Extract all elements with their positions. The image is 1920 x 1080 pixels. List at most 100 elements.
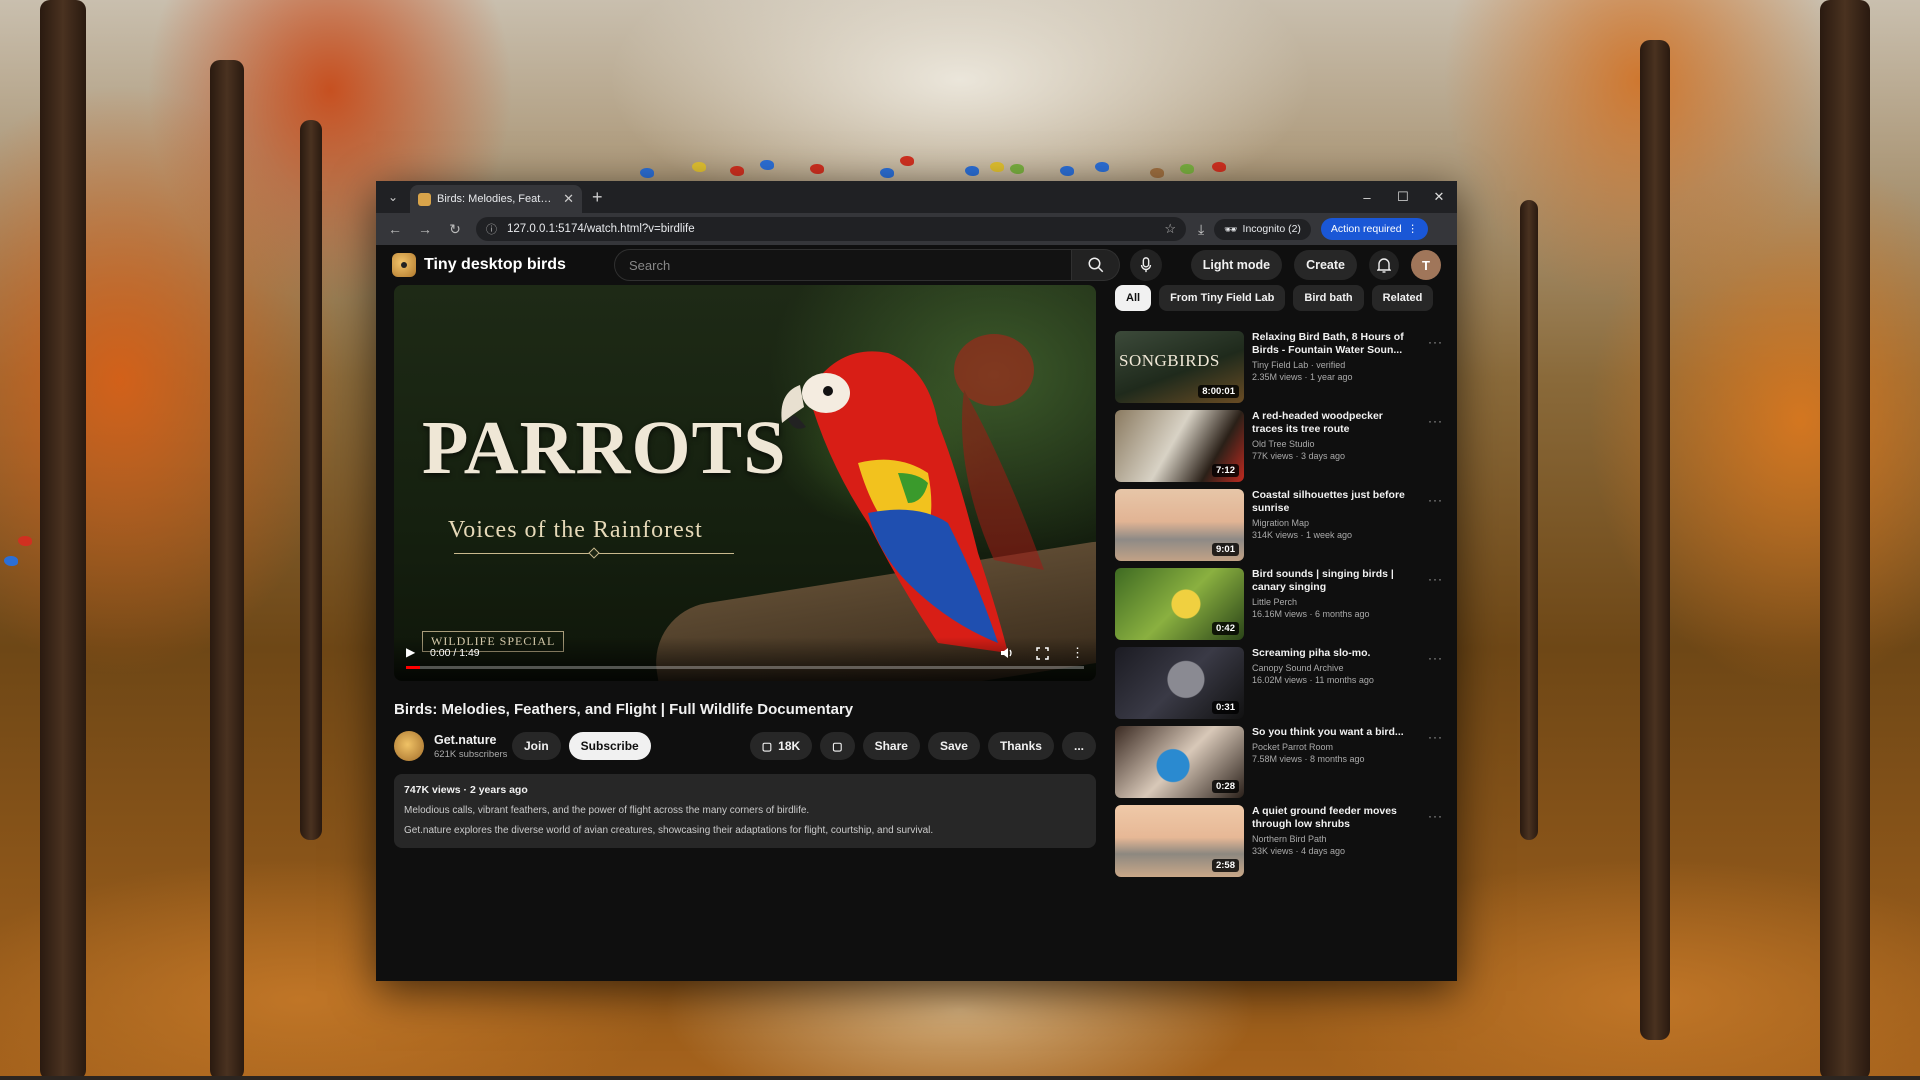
recommendation-title[interactable]: Bird sounds | singing birds | canary sin… — [1252, 568, 1416, 594]
browser-tab-active[interactable]: Birds: Melodies, Feathers, and Flight | … — [410, 185, 582, 213]
save-button[interactable]: Save — [927, 732, 980, 760]
masthead: Tiny desktop birds Light mode Create T — [376, 245, 1457, 285]
tree-trunk — [1820, 0, 1870, 1080]
video-thumbnail[interactable]: SONGBIRDS 8:00:01 — [1115, 331, 1244, 403]
progress-bar[interactable] — [406, 666, 1084, 669]
poster-title: PARROTS — [422, 406, 787, 490]
video-thumbnail[interactable]: 9:01 — [1115, 489, 1244, 561]
more-options-icon[interactable]: ··· — [1428, 651, 1443, 665]
more-options-icon[interactable]: ··· — [1428, 730, 1443, 744]
share-button[interactable]: Share — [862, 732, 920, 760]
video-thumbnail[interactable]: 0:42 — [1115, 568, 1244, 640]
more-options-icon[interactable]: ··· — [1428, 809, 1443, 823]
dislike-button[interactable]: ▢ — [820, 732, 855, 760]
site-logo[interactable]: Tiny desktop birds — [392, 253, 614, 277]
bird-icon — [810, 164, 824, 174]
views-and-date: 747K views · 2 years ago — [404, 784, 528, 796]
create-button[interactable]: Create — [1294, 250, 1357, 280]
recommendation-title[interactable]: Coastal silhouettes just before sunrise — [1252, 489, 1416, 515]
recommendation-item[interactable]: 0:28 So you think you want a bird... Poc… — [1115, 726, 1445, 798]
bookmark-star-icon[interactable]: ☆ — [1164, 221, 1176, 237]
subscribe-button[interactable]: Subscribe — [568, 732, 651, 760]
recommendation-title[interactable]: So you think you want a bird... — [1252, 726, 1416, 739]
back-button[interactable]: ← — [382, 216, 408, 242]
play-button[interactable]: ▶ — [406, 645, 415, 659]
browser-toolbar: ← → ↻ ⓘ 127.0.0.1:5174/watch.html?v=bird… — [376, 213, 1457, 245]
recommendation-item[interactable]: 9:01 Coastal silhouettes just before sun… — [1115, 489, 1445, 561]
join-button[interactable]: Join — [512, 732, 561, 760]
recommendation-channel: Tiny Field Lab · verified — [1252, 360, 1346, 370]
search-button[interactable] — [1072, 249, 1120, 281]
video-player[interactable]: PARROTS Voices of the Rainforest WILDLIF… — [394, 285, 1096, 681]
address-bar[interactable]: ⓘ 127.0.0.1:5174/watch.html?v=birdlife ☆ — [476, 217, 1186, 241]
recommendation-item[interactable]: 2:58 A quiet ground feeder moves through… — [1115, 805, 1445, 877]
channel-avatar[interactable] — [394, 731, 424, 761]
like-button[interactable]: ▢ 18K — [749, 732, 813, 760]
action-required-label: Action required — [1330, 223, 1402, 235]
recommendation-title[interactable]: Screaming piha slo-mo. — [1252, 647, 1416, 660]
bird-icon — [4, 556, 18, 566]
video-thumbnail[interactable]: 2:58 — [1115, 805, 1244, 877]
player-settings-icon[interactable]: ⋮ — [1071, 645, 1084, 661]
close-icon[interactable]: ✕ — [563, 191, 574, 207]
notifications-button[interactable] — [1369, 250, 1399, 280]
recommendation-title[interactable]: A red-headed woodpecker traces its tree … — [1252, 410, 1416, 436]
chip-bird-bath[interactable]: Bird bath — [1293, 285, 1364, 311]
recommendation-channel: Old Tree Studio — [1252, 439, 1315, 449]
bird-icon — [692, 162, 706, 172]
fullscreen-icon[interactable] — [1036, 646, 1049, 660]
recommendation-item[interactable]: 0:31 Screaming piha slo-mo. Canopy Sound… — [1115, 647, 1445, 719]
more-options-icon[interactable]: ··· — [1428, 414, 1443, 428]
site-info-icon[interactable]: ⓘ — [486, 221, 497, 237]
account-avatar[interactable]: T — [1411, 250, 1441, 280]
forward-button[interactable]: → — [412, 216, 438, 242]
more-options-icon[interactable]: ··· — [1428, 335, 1443, 349]
reload-button[interactable]: ↻ — [442, 216, 468, 242]
description-box[interactable]: 747K views · 2 years ago Melodious calls… — [394, 774, 1096, 848]
bird-icon — [730, 166, 744, 176]
volume-icon[interactable] — [1000, 646, 1014, 660]
new-tab-button[interactable]: + — [592, 187, 603, 208]
recommendation-title[interactable]: A quiet ground feeder moves through low … — [1252, 805, 1416, 831]
arrow-right-icon: → — [418, 221, 432, 237]
thanks-button[interactable]: Thanks — [987, 732, 1054, 760]
video-thumbnail[interactable]: 0:28 — [1115, 726, 1244, 798]
action-required-button[interactable]: Action required ⋮ — [1320, 218, 1428, 240]
channel-name[interactable]: Get.nature — [434, 733, 512, 747]
tab-strip: ⌄ Birds: Melodies, Feathers, and Flight … — [376, 181, 1457, 213]
recommendation-channel: Canopy Sound Archive — [1252, 663, 1344, 673]
more-options-icon[interactable]: ··· — [1428, 493, 1443, 507]
tab-search-button[interactable]: ⌄ — [382, 186, 404, 208]
more-options-icon[interactable]: ··· — [1428, 572, 1443, 586]
video-thumbnail[interactable]: 7:12 — [1115, 410, 1244, 482]
chip-all[interactable]: All — [1115, 285, 1152, 311]
like-icon: ▢ — [761, 740, 773, 753]
chip-from-tiny-field-lab[interactable]: From Tiny Field Lab — [1159, 285, 1286, 311]
description-line: Melodious calls, vibrant feathers, and t… — [404, 805, 810, 816]
recommendation-title[interactable]: Relaxing Bird Bath, 8 Hours of Birds - F… — [1252, 331, 1416, 357]
duration-badge: 2:58 — [1211, 859, 1239, 872]
minimize-button[interactable]: – — [1349, 181, 1385, 213]
chip-related[interactable]: Related — [1371, 285, 1434, 311]
bird-icon — [1010, 164, 1024, 174]
more-actions-button[interactable]: ... — [1061, 732, 1096, 760]
window-controls: – ☐ ✕ — [1349, 181, 1457, 213]
incognito-indicator[interactable]: 🕶 Incognito (2) — [1214, 218, 1311, 240]
light-mode-button[interactable]: Light mode — [1190, 250, 1283, 280]
bird-icon — [965, 166, 979, 176]
maximize-button[interactable]: ☐ — [1385, 181, 1421, 213]
recommendation-item[interactable]: 0:42 Bird sounds | singing birds | canar… — [1115, 568, 1445, 640]
incognito-icon: 🕶 — [1224, 223, 1238, 236]
browser-window: ⌄ Birds: Melodies, Feathers, and Flight … — [376, 181, 1457, 981]
tree-trunk — [1640, 40, 1670, 1040]
voice-search-button[interactable] — [1130, 249, 1162, 281]
duration-badge: 0:31 — [1211, 701, 1239, 714]
recommendation-item[interactable]: 7:12 A red-headed woodpecker traces its … — [1115, 410, 1445, 482]
window-close-button[interactable]: ✕ — [1421, 181, 1457, 213]
chevron-down-icon: ⌄ — [387, 190, 399, 204]
recommendation-item[interactable]: SONGBIRDS 8:00:01 Relaxing Bird Bath, 8 … — [1115, 331, 1445, 403]
video-thumbnail[interactable]: 0:31 — [1115, 647, 1244, 719]
tree-trunk — [300, 120, 322, 840]
search-input[interactable] — [614, 249, 1072, 281]
download-icon[interactable]: ⤓ — [1198, 221, 1204, 238]
